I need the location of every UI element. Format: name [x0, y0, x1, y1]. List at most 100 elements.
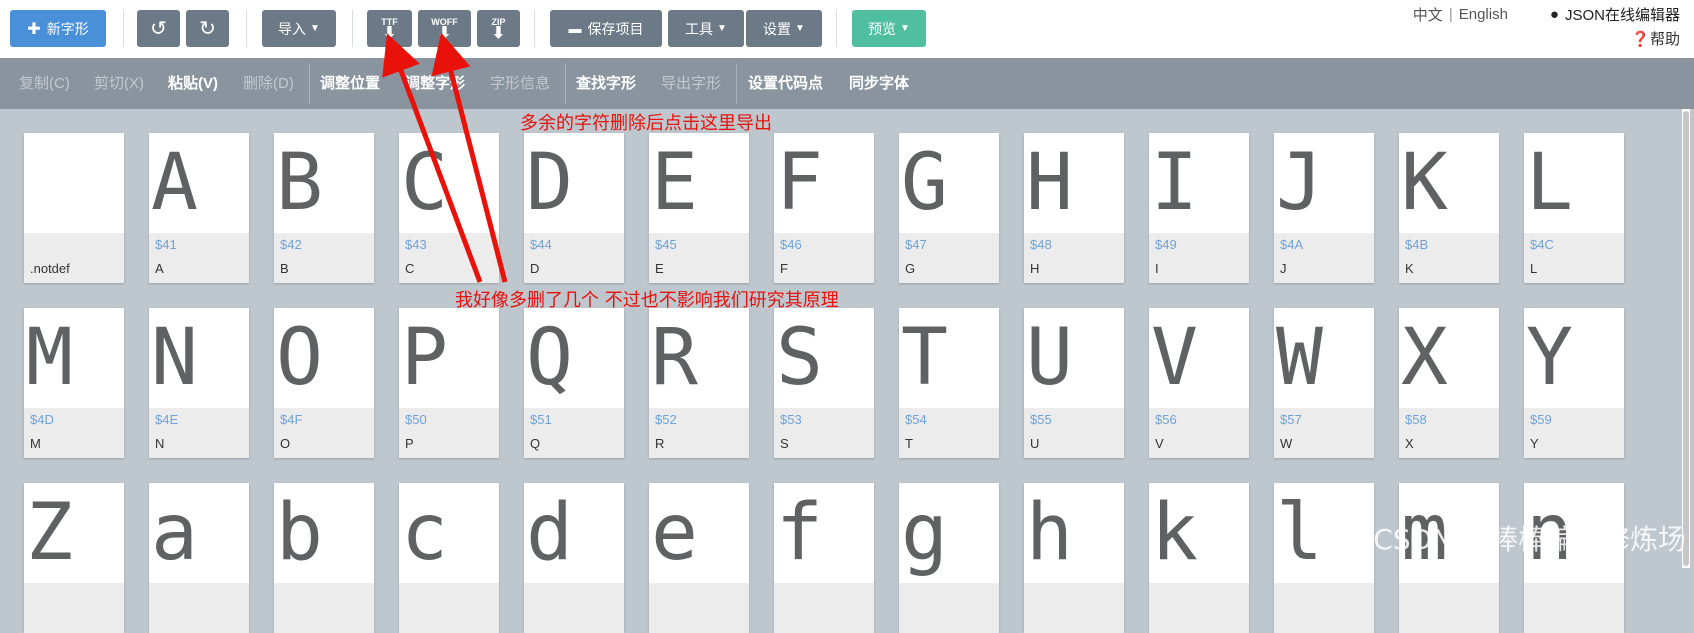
edit-toolbar: 复制(C) 剪切(X) 粘贴(V) 删除(D) 调整位置 调整字形 字形信息 查…: [0, 58, 1694, 109]
glyph-card[interactable]: k: [1149, 483, 1249, 633]
glyph-card[interactable]: R $52 R: [649, 308, 749, 458]
glyph-card[interactable]: .notdef: [24, 133, 124, 283]
glyph-codepoint: $51: [530, 412, 552, 427]
glyph-preview: M: [26, 313, 73, 403]
set-codepoint-button[interactable]: 设置代码点: [748, 58, 823, 109]
glyph-card[interactable]: J $4A J: [1274, 133, 1374, 283]
glyph-name: N: [155, 436, 165, 451]
cut-button[interactable]: 剪切(X): [94, 58, 144, 109]
glyph-name: X: [1405, 436, 1414, 451]
glyph-card[interactable]: N $4E N: [149, 308, 249, 458]
glyph-preview: Q: [526, 313, 573, 403]
new-glyph-label: 新字形: [46, 20, 89, 37]
json-editor-link[interactable]: JSON在线编辑器: [1565, 4, 1680, 25]
glyph-codepoint: $4D: [30, 412, 54, 427]
glyph-info-panel: [399, 583, 499, 633]
glyph-preview: L: [1526, 138, 1573, 228]
glyph-codepoint: $57: [1280, 412, 1302, 427]
glyph-card[interactable]: n: [1524, 483, 1624, 633]
glyph-card[interactable]: X $58 X: [1399, 308, 1499, 458]
glyph-card[interactable]: T $54 T: [899, 308, 999, 458]
glyph-card[interactable]: I $49 I: [1149, 133, 1249, 283]
glyph-card[interactable]: b: [274, 483, 374, 633]
adjust-position-button[interactable]: 调整位置: [320, 58, 380, 109]
find-glyph-button[interactable]: 查找字形: [576, 58, 636, 109]
redo-button[interactable]: ↻: [186, 10, 229, 47]
glyph-info-panel: [149, 583, 249, 633]
glyph-name: .notdef: [30, 261, 70, 276]
glyph-card[interactable]: Z: [24, 483, 124, 633]
glyph-preview: b: [276, 488, 323, 578]
delete-button[interactable]: 删除(D): [243, 58, 294, 109]
download-zip-button[interactable]: ZIP ⬇: [477, 10, 520, 47]
glyph-card[interactable]: S $53 S: [774, 308, 874, 458]
adjust-glyph-button[interactable]: 调整字形: [405, 58, 465, 109]
lang-zh-link[interactable]: 中文: [1413, 4, 1443, 25]
download-arrow-icon: ⬇: [437, 24, 452, 42]
export-glyph-button[interactable]: 导出字形: [661, 58, 721, 109]
glyph-name: Q: [530, 436, 541, 451]
glyph-name: R: [655, 436, 665, 451]
tools-dropdown[interactable]: 工具 ▼: [668, 10, 744, 47]
glyph-card[interactable]: U $55 U: [1024, 308, 1124, 458]
question-icon: ❓: [1631, 31, 1650, 48]
glyph-card[interactable]: L $4C L: [1524, 133, 1624, 283]
glyph-preview: [24, 133, 124, 233]
glyph-preview: D: [526, 138, 573, 228]
glyph-card[interactable]: W $57 W: [1274, 308, 1374, 458]
glyph-codepoint: $59: [1530, 412, 1552, 427]
glyph-info-panel: [24, 583, 124, 633]
redo-icon: ↻: [199, 18, 216, 40]
glyph-card[interactable]: H $48 H: [1024, 133, 1124, 283]
glyph-card[interactable]: G $47 G: [899, 133, 999, 283]
undo-button[interactable]: ↺: [137, 10, 180, 47]
deleted-annotation: 我好像多删了几个 不过也不影响我们研究其原理: [455, 290, 839, 311]
scrollbar-thumb[interactable]: [1683, 111, 1689, 566]
glyph-card[interactable]: l: [1274, 483, 1374, 633]
glyph-card[interactable]: C $43 C: [399, 133, 499, 283]
settings-dropdown[interactable]: 设置 ▼: [746, 10, 822, 47]
glyph-card[interactable]: a: [149, 483, 249, 633]
import-dropdown[interactable]: 导入 ▼: [262, 10, 336, 47]
glyph-name: P: [405, 436, 414, 451]
glyph-card[interactable]: Q $51 Q: [524, 308, 624, 458]
glyph-codepoint: $49: [1155, 237, 1177, 252]
glyph-name: J: [1280, 261, 1287, 276]
glyph-card[interactable]: Y $59 Y: [1524, 308, 1624, 458]
glyph-card[interactable]: E $45 E: [649, 133, 749, 283]
glyph-card[interactable]: h: [1024, 483, 1124, 633]
glyph-card[interactable]: d: [524, 483, 624, 633]
glyph-card[interactable]: K $4B K: [1399, 133, 1499, 283]
glyph-card[interactable]: m: [1399, 483, 1499, 633]
glyph-card[interactable]: O $4F O: [274, 308, 374, 458]
glyph-card[interactable]: A $41 A: [149, 133, 249, 283]
preview-dropdown[interactable]: 预览 ▼: [852, 10, 926, 47]
sync-font-button[interactable]: 同步字体: [849, 58, 909, 109]
paste-button[interactable]: 粘贴(V): [168, 58, 218, 109]
glyph-card[interactable]: D $44 D: [524, 133, 624, 283]
glyph-card[interactable]: V $56 V: [1149, 308, 1249, 458]
glyph-codepoint: $45: [655, 237, 677, 252]
download-woff-button[interactable]: WOFF ⬇: [418, 10, 471, 47]
lang-en-link[interactable]: English: [1459, 6, 1508, 23]
glyph-card[interactable]: B $42 B: [274, 133, 374, 283]
download-arrow-icon: ⬇: [382, 24, 397, 42]
glyph-info-button[interactable]: 字形信息: [490, 58, 550, 109]
save-project-button[interactable]: ▬ 保存项目: [550, 10, 662, 47]
lang-separator: |: [1448, 5, 1453, 23]
glyph-card[interactable]: c: [399, 483, 499, 633]
glyph-card[interactable]: P $50 P: [399, 308, 499, 458]
download-ttf-button[interactable]: TTF ⬇: [367, 10, 412, 47]
new-glyph-button[interactable]: ✚ 新字形: [10, 10, 106, 47]
glyph-name: V: [1155, 436, 1164, 451]
copy-button[interactable]: 复制(C): [19, 58, 70, 109]
glyph-card[interactable]: M $4D M: [24, 308, 124, 458]
tools-label: 工具: [685, 20, 714, 37]
glyph-card[interactable]: F $46 F: [774, 133, 874, 283]
glyph-info-panel: [774, 583, 874, 633]
help-link[interactable]: ❓帮助: [1631, 28, 1680, 49]
glyph-card[interactable]: e: [649, 483, 749, 633]
glyph-codepoint: $4A: [1280, 237, 1304, 252]
glyph-card[interactable]: g: [899, 483, 999, 633]
glyph-card[interactable]: f: [774, 483, 874, 633]
